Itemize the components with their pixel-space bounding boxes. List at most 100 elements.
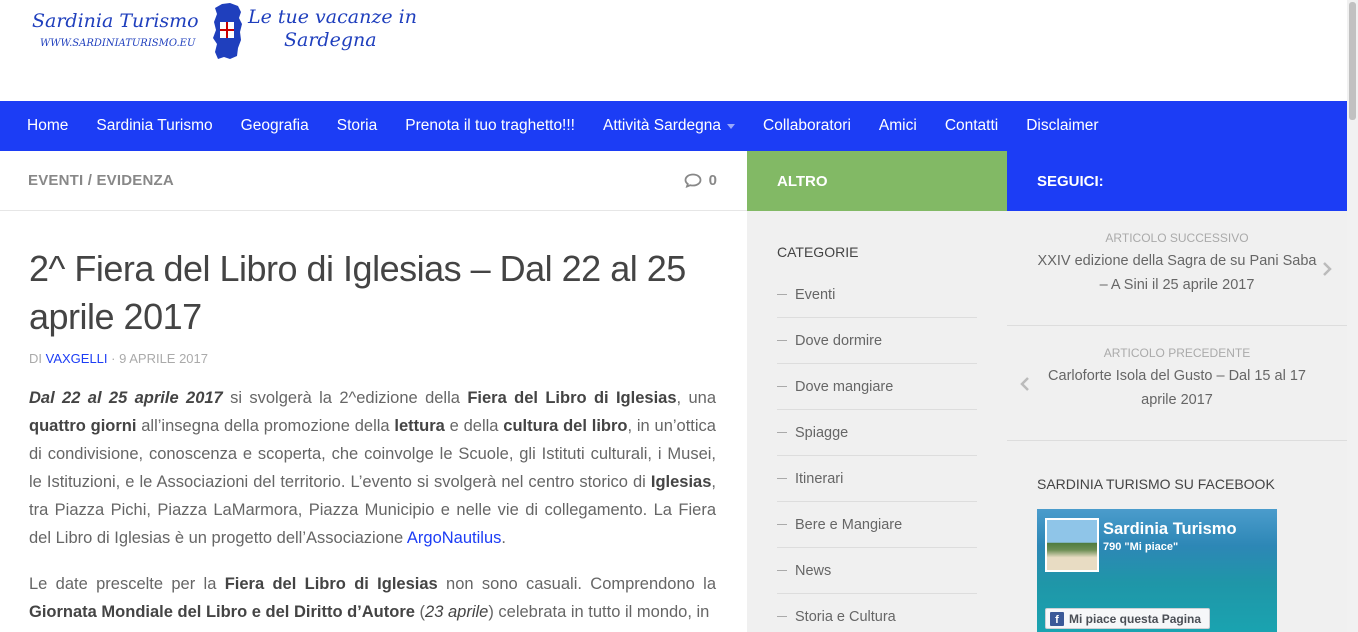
categories-list: Eventi Dove dormire Dove mangiare Spiagg… xyxy=(747,260,1007,632)
logo-name: Sardinia Turismo xyxy=(32,10,199,32)
nav-item-geografia[interactable]: Geografia xyxy=(227,117,323,135)
text-fragment: all’insegna della promozione della xyxy=(136,417,395,435)
category-item[interactable]: Dove dormire xyxy=(777,318,977,364)
sardinia-map-icon xyxy=(213,3,242,59)
sidebar-seguici-header: SEGUICI: xyxy=(1007,151,1347,211)
dash-icon xyxy=(777,340,787,341)
category-item[interactable]: Spiagge xyxy=(777,410,977,456)
text-fragment: ( xyxy=(414,603,426,621)
facebook-icon: f xyxy=(1050,611,1064,626)
category-label: News xyxy=(795,562,832,579)
text-fragment: Giornata Mondiale del Libro e del Diritt… xyxy=(29,603,415,621)
text-fragment: . xyxy=(501,529,506,547)
category-label: Storia e Cultura xyxy=(795,608,896,625)
nav-item-sardinia-turismo[interactable]: Sardinia Turismo xyxy=(82,117,226,135)
nav-label: Collaboratori xyxy=(763,117,851,134)
nav-label: Sardinia Turismo xyxy=(96,117,213,134)
nav-item-home[interactable]: Home xyxy=(13,117,82,135)
nav-label: Amici xyxy=(878,117,917,134)
nav-label: Contatti xyxy=(944,117,999,134)
nav-label: Disclaimer xyxy=(1026,117,1099,134)
sidebar-altro-header[interactable]: ALTRO xyxy=(747,151,1007,211)
nav-item-collaboratori[interactable]: Collaboratori xyxy=(749,117,865,135)
category-label: Bere e Mangiare xyxy=(795,516,903,533)
text-fragment: Dal 22 al 25 aprile 2017 xyxy=(29,389,223,407)
facebook-page-name[interactable]: Sardinia Turismo xyxy=(1103,520,1237,539)
dash-icon xyxy=(777,524,787,525)
facebook-widget-title: SARDINIA TURISMO SU FACEBOOK xyxy=(1037,476,1275,492)
main-content: EVENTI / EVIDENZA 0 2^ Fiera del Libro d… xyxy=(0,151,747,632)
nav-item-prenota-traghetto[interactable]: Prenota il tuo traghetto!!! xyxy=(391,117,589,135)
post-byline: DI VAXGELLI · 9 APRILE 2017 xyxy=(29,351,716,366)
chevron-left-icon xyxy=(1020,377,1029,391)
next-article-title: XXIV edizione della Sagra de su Pani Sab… xyxy=(1037,253,1317,293)
post-paragraph-2: Le date prescelte per la Fiera del Libro… xyxy=(29,570,716,626)
category-label: Dove dormire xyxy=(795,332,883,349)
chevron-down-icon xyxy=(727,123,736,129)
sidebar-seguici: SEGUICI: ARTICOLO SUCCESSIVO XXIV edizio… xyxy=(1007,151,1347,632)
text-fragment: cultura del libro xyxy=(503,417,628,435)
text-fragment: 23 aprile xyxy=(425,603,489,621)
post-title: 2^ Fiera del Libro di Iglesias – Dal 22 … xyxy=(29,248,686,337)
nav-label: Storia xyxy=(336,117,378,134)
nav-item-storia[interactable]: Storia xyxy=(323,117,392,135)
nav-item-attivita-sardegna[interactable]: Attività Sardegna xyxy=(589,117,749,135)
category-item[interactable]: News xyxy=(777,548,977,594)
facebook-page-thumbnail[interactable] xyxy=(1045,518,1099,572)
nav-label: Home xyxy=(27,117,69,134)
text-fragment: Fiera del Libro di Iglesias xyxy=(467,389,677,407)
author-link[interactable]: VAXGELLI xyxy=(46,351,108,366)
dash-icon xyxy=(777,570,787,571)
nav-item-amici[interactable]: Amici xyxy=(865,117,931,135)
category-label: Spiagge xyxy=(795,424,849,441)
text-fragment: non sono casuali. Comprendono la xyxy=(437,575,717,593)
category-item[interactable]: Itinerari xyxy=(777,456,977,502)
previous-article-label: ARTICOLO PRECEDENTE xyxy=(1103,346,1251,360)
nav-label: Prenota il tuo traghetto!!! xyxy=(405,117,575,134)
facebook-like-button[interactable]: f Mi piace questa Pagina xyxy=(1045,608,1210,629)
site-header: Sardinia Turismo WWW.SARDINIATURISMO.EU … xyxy=(0,0,1347,101)
text-fragment: e della xyxy=(444,417,504,435)
dash-icon xyxy=(777,294,787,295)
nav-item-contatti[interactable]: Contatti xyxy=(931,117,1012,135)
nav-label: Geografia xyxy=(240,117,309,134)
text-fragment: Le date prescelte per la xyxy=(29,575,225,593)
comments-link[interactable]: 0 xyxy=(684,172,717,189)
text-fragment: , una xyxy=(676,389,716,407)
nav-label: Attività Sardegna xyxy=(602,117,722,134)
next-article-label: ARTICOLO SUCCESSIVO xyxy=(1105,231,1249,245)
text-fragment: si svolgerà la 2^edizione della xyxy=(222,389,468,407)
facebook-page-plugin[interactable]: Sardinia Turismo 790 "Mi piace" f Mi pia… xyxy=(1037,509,1277,632)
dash-icon xyxy=(777,478,787,479)
dash-icon xyxy=(777,432,787,433)
page-title-bar: EVENTI / EVIDENZA 0 xyxy=(0,151,747,211)
page-scrollbar[interactable] xyxy=(1347,0,1358,632)
scrollbar-thumb[interactable] xyxy=(1349,2,1356,120)
next-article[interactable]: ARTICOLO SUCCESSIVO XXIV edizione della … xyxy=(1007,211,1347,326)
category-label: Dove mangiare xyxy=(795,378,894,395)
category-label: Eventi xyxy=(795,286,836,303)
argonautilus-link[interactable]: ArgoNautilus xyxy=(407,529,501,547)
previous-article[interactable]: ARTICOLO PRECEDENTE Carloforte Isola del… xyxy=(1007,326,1347,441)
comments-icon xyxy=(684,173,702,188)
chevron-right-icon xyxy=(1323,262,1332,276)
breadcrumb[interactable]: EVENTI / EVIDENZA xyxy=(28,172,174,189)
category-item[interactable]: Dove mangiare xyxy=(777,364,977,410)
post-article: 2^ Fiera del Libro di Iglesias – Dal 22 … xyxy=(0,211,747,626)
comments-count: 0 xyxy=(708,172,717,189)
text-fragment: lettura xyxy=(394,417,445,435)
facebook-like-label: Mi piace questa Pagina xyxy=(1069,611,1202,626)
category-item[interactable]: Storia e Cultura xyxy=(777,594,977,632)
text-fragment: Fiera del Libro di Iglesias xyxy=(224,575,438,593)
post-date: · 9 APRILE 2017 xyxy=(111,351,208,366)
category-item[interactable]: Bere e Mangiare xyxy=(777,502,977,548)
text-fragment: quattro giorni xyxy=(29,417,137,435)
nav-item-disclaimer[interactable]: Disclaimer xyxy=(1012,117,1112,135)
logo-tagline-1: Le tue vacanze in xyxy=(248,6,417,28)
previous-article-title: Carloforte Isola del Gusto – Dal 15 al 1… xyxy=(1048,368,1306,408)
dash-icon xyxy=(777,616,787,617)
logo-tagline-2: Sardegna xyxy=(284,29,377,51)
category-item[interactable]: Eventi xyxy=(777,272,977,318)
logo-url: WWW.SARDINIATURISMO.EU xyxy=(40,38,196,49)
site-logo[interactable]: Sardinia Turismo WWW.SARDINIATURISMO.EU … xyxy=(30,2,430,62)
